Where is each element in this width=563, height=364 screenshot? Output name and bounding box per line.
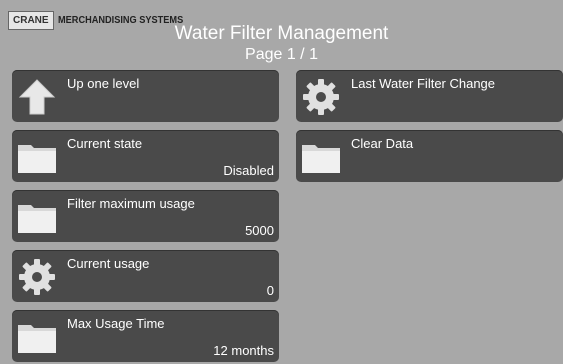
filter-maximum-usage-button[interactable]: Filter maximum usage 5000 <box>12 190 279 242</box>
folder-icon <box>17 317 57 357</box>
folder-icon <box>17 197 57 237</box>
current-state-button[interactable]: Current state Disabled <box>12 130 279 182</box>
folder-icon <box>301 137 341 177</box>
up-one-level-label: Up one level <box>67 76 140 91</box>
max-usage-time-label: Max Usage Time <box>67 316 165 331</box>
max-usage-time-value: 12 months <box>213 343 274 358</box>
clear-data-label: Clear Data <box>351 136 414 151</box>
folder-icon <box>17 137 57 177</box>
current-usage-label: Current usage <box>67 256 150 271</box>
current-state-value: Disabled <box>223 163 274 178</box>
page-indicator: Page 1 / 1 <box>245 46 318 63</box>
up-one-level-button[interactable]: Up one level <box>12 70 279 122</box>
last-water-filter-change-button[interactable]: Last Water Filter Change <box>296 70 563 122</box>
current-usage-value: 0 <box>266 283 274 298</box>
filter-maximum-usage-value: 5000 <box>245 223 274 238</box>
max-usage-time-button[interactable]: Max Usage Time 12 months <box>12 310 279 362</box>
page-title: Water Filter Management <box>174 23 389 44</box>
current-state-label: Current state <box>67 136 143 151</box>
current-usage-button[interactable]: Current usage 0 <box>12 250 279 302</box>
last-water-filter-change-label: Last Water Filter Change <box>351 76 496 91</box>
up-arrow-icon <box>17 77 57 117</box>
gear-icon <box>17 257 57 297</box>
gear-icon <box>301 77 341 117</box>
clear-data-button[interactable]: Clear Data <box>296 130 563 182</box>
filter-maximum-usage-label: Filter maximum usage <box>67 196 195 211</box>
